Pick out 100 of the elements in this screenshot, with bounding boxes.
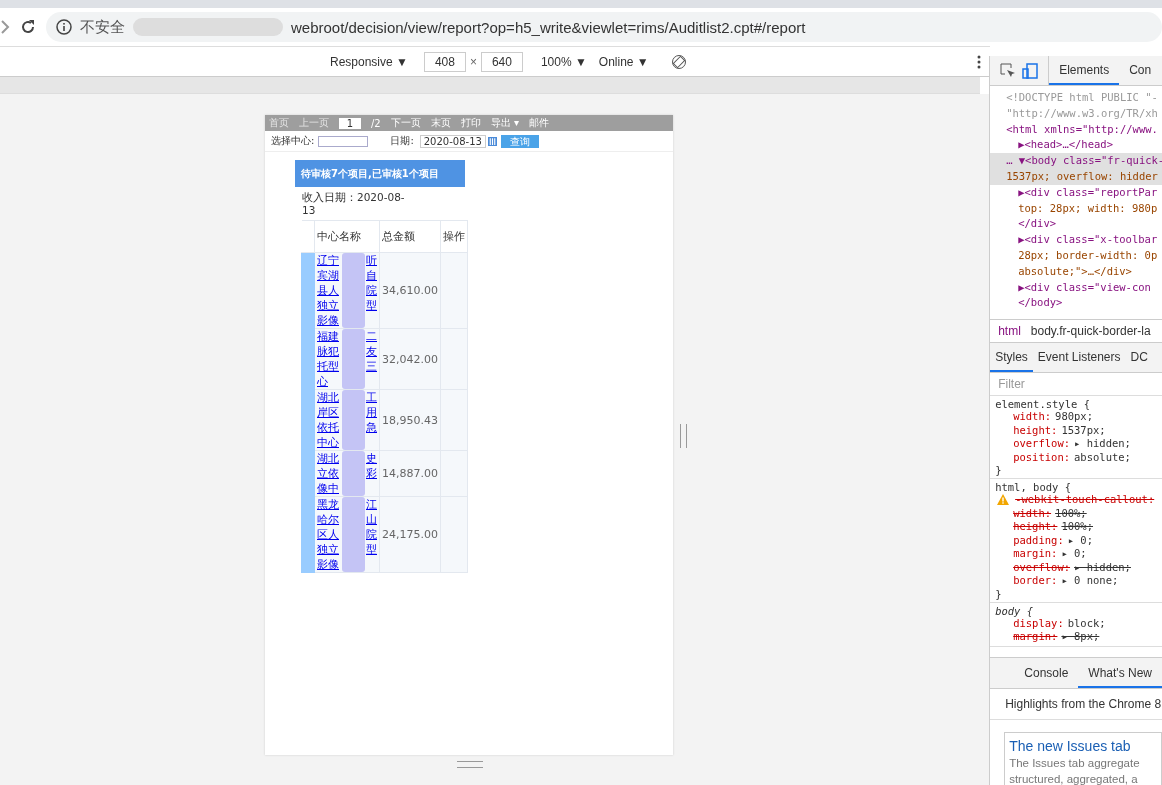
dom-node-line[interactable]: top: 28px; width: 980p xyxy=(990,200,1162,217)
panel-tab[interactable]: Event Listeners xyxy=(1032,343,1126,372)
dom-node-line[interactable]: ▶<div class="x-toolbar xyxy=(990,232,1162,248)
dom-node-line[interactable]: </div> xyxy=(990,216,1162,233)
center-name-link[interactable]: 听 xyxy=(366,253,377,268)
info-icon[interactable] xyxy=(56,19,72,35)
breadcrumb[interactable]: html xyxy=(998,324,1021,338)
center-name-link[interactable]: 湖北 xyxy=(317,451,342,466)
css-property: border: xyxy=(1013,574,1058,588)
center-name-link[interactable]: 岸区 xyxy=(317,405,342,420)
device-toggle-icon[interactable] xyxy=(1022,62,1039,79)
center-name-link[interactable]: 哈尔 xyxy=(317,512,342,527)
dom-node-line[interactable]: absolute;">…</div> xyxy=(990,263,1162,280)
card-title[interactable]: The new Issues tab xyxy=(1009,738,1157,754)
css-property: height: xyxy=(1013,520,1058,534)
center-name-link[interactable]: 湖北 xyxy=(317,390,342,405)
address-bar[interactable]: 不安全 webroot/decision/view/report?op=h5_write&viewlet=rims/Auditlist2.cpt#/report xyxy=(46,12,1162,42)
center-name-link[interactable]: 史 xyxy=(366,451,377,466)
panel-tab[interactable]: Elements xyxy=(1049,56,1120,85)
center-name-link[interactable]: 独立 xyxy=(317,542,342,557)
forward-icon[interactable] xyxy=(0,20,10,34)
center-name-link[interactable]: 型 xyxy=(366,298,377,313)
rotate-icon[interactable] xyxy=(670,53,687,70)
css-property: -webkit-touch-callout: xyxy=(1015,493,1155,507)
dom-node-line[interactable]: </body> xyxy=(990,295,1162,312)
css-selector: html, body { xyxy=(995,481,1072,493)
dom-node-line[interactable]: ▶<div class="view-con xyxy=(990,279,1162,296)
center-name-link[interactable]: 三 xyxy=(366,359,377,374)
center-name-link[interactable]: 二 xyxy=(366,329,377,344)
reload-icon[interactable] xyxy=(20,19,36,35)
url-text: webroot/decision/view/report?op=h5_write&viewlet=rims/Auditlist2.cpt#/report xyxy=(291,18,806,36)
date-field[interactable]: 2020-08-13 xyxy=(419,134,486,148)
dom-node-line[interactable]: ▶<div class="reportPar xyxy=(990,184,1162,201)
center-name-link[interactable]: 脉犯 xyxy=(317,344,342,359)
center-name-link[interactable]: 黑龙 xyxy=(317,497,342,512)
css-property: position: xyxy=(1013,450,1071,464)
dom-node-line[interactable]: 28px; border-width: 0p xyxy=(990,247,1162,264)
width-field[interactable]: 408 xyxy=(423,51,466,72)
center-name-link[interactable]: 友 xyxy=(366,344,377,359)
center-name-link[interactable]: 托型 xyxy=(317,359,342,374)
css-property: width: xyxy=(1013,410,1052,424)
css-property: display: xyxy=(1013,616,1064,630)
css-value: ▸ 8px; xyxy=(1061,630,1100,644)
css-property: overflow: xyxy=(1013,560,1071,574)
panel-tab[interactable]: Con xyxy=(1119,56,1162,85)
center-name-link[interactable]: 独立 xyxy=(317,298,342,313)
device-dropdown[interactable]: Responsive ▼ xyxy=(330,54,408,69)
resize-grip[interactable] xyxy=(457,761,483,768)
css-brace: } xyxy=(995,464,1003,476)
dom-node-line[interactable]: <html xmlns="http://www. xyxy=(990,121,1162,138)
center-name-link[interactable]: 急 xyxy=(366,420,377,435)
panel-tab[interactable]: Styles xyxy=(990,343,1033,372)
page-count: /2 xyxy=(371,117,381,129)
center-name-link[interactable]: 宾湖 xyxy=(317,268,342,283)
center-name-link[interactable]: 江 xyxy=(366,497,377,512)
center-name-link[interactable]: 区人 xyxy=(317,527,342,542)
height-field[interactable]: 640 xyxy=(480,51,523,72)
amount-cell: 24,175.00 xyxy=(379,496,441,573)
card-text: The Issues tab aggregate xyxy=(1009,757,1141,770)
center-name-link[interactable]: 依托 xyxy=(317,420,342,435)
center-name-link[interactable]: 立依 xyxy=(317,466,342,481)
center-name-link[interactable]: 院 xyxy=(366,527,377,542)
css-selector: element.style { xyxy=(995,398,1091,410)
center-name-link[interactable]: 自 xyxy=(366,268,377,283)
css-value: 100%; xyxy=(1061,520,1093,534)
panel-tab[interactable]: What's New xyxy=(1078,658,1162,688)
center-name-link[interactable]: 用 xyxy=(366,405,377,420)
center-name-link[interactable]: 县人 xyxy=(317,283,342,298)
amount-cell: 34,610.00 xyxy=(379,252,441,329)
network-dropdown[interactable]: Online ▼ xyxy=(598,54,649,69)
dom-node-line[interactable]: ▶<head>…</head> xyxy=(990,137,1162,154)
inspect-icon[interactable] xyxy=(1000,62,1017,79)
center-name-link[interactable]: 影像 xyxy=(317,557,342,572)
center-name-link[interactable]: 辽宁 xyxy=(317,253,342,268)
amount-cell: 32,042.00 xyxy=(379,328,441,390)
security-label: 不安全 xyxy=(80,17,125,37)
center-name-link[interactable]: 山 xyxy=(366,512,377,527)
center-label: 选择中心: xyxy=(271,134,315,148)
center-name-link[interactable]: 影像 xyxy=(317,313,342,328)
column-header: 操作 xyxy=(440,220,468,253)
panel-tab[interactable]: DC xyxy=(1125,343,1153,372)
center-name-link[interactable]: 型 xyxy=(366,542,377,557)
css-value: ▸ hidden; xyxy=(1074,560,1131,574)
center-select[interactable] xyxy=(318,135,369,147)
css-value: ▸ 0; xyxy=(1067,533,1093,547)
more-icon[interactable] xyxy=(976,54,981,69)
resize-handle[interactable] xyxy=(680,424,687,448)
panel-tab[interactable]: Console xyxy=(1014,658,1079,688)
breadcrumb[interactable]: body.fr-quick-border-la xyxy=(1030,324,1151,338)
center-name-link[interactable]: 像中 xyxy=(317,481,342,496)
center-name-link[interactable]: 福建 xyxy=(317,329,342,344)
calendar-icon[interactable] xyxy=(487,136,497,146)
center-name-link[interactable]: 院 xyxy=(366,283,377,298)
center-name-link[interactable]: 彩 xyxy=(366,466,377,481)
center-name-link[interactable]: 心 xyxy=(317,374,342,389)
css-property: height: xyxy=(1013,423,1058,437)
center-name-link[interactable]: 中心 xyxy=(317,435,342,450)
page-field[interactable]: 1 xyxy=(339,117,361,129)
zoom-dropdown[interactable]: 100% ▼ xyxy=(540,54,587,69)
center-name-link[interactable]: 工 xyxy=(366,390,377,405)
